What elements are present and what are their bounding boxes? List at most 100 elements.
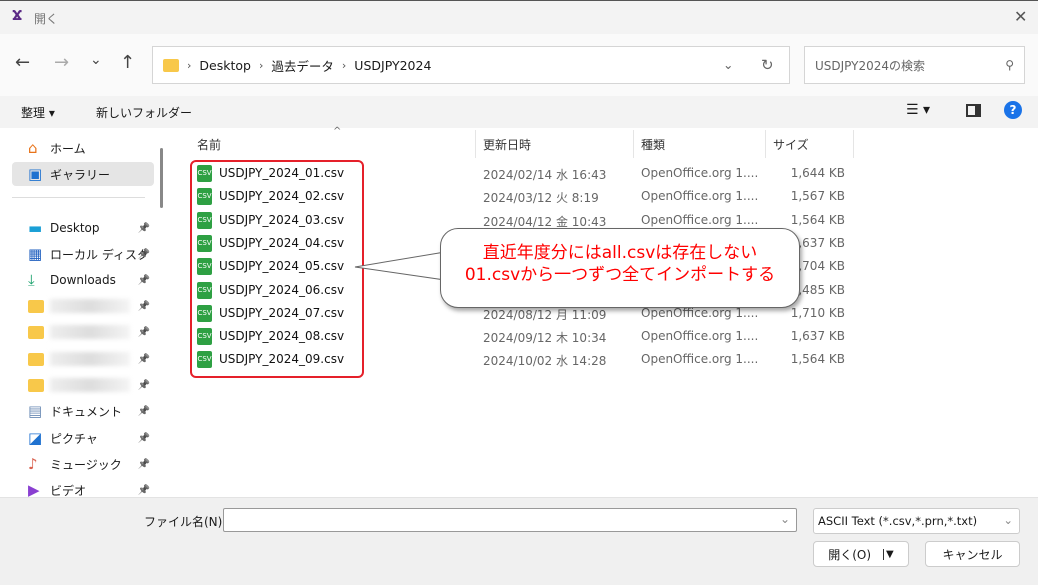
cancel-button[interactable]: キャンセル	[925, 541, 1020, 567]
download-icon: ⤓	[28, 271, 35, 289]
file-size: 1,637 KB	[790, 329, 845, 344]
sidebar-divider	[12, 197, 145, 198]
column-name[interactable]: 名前	[197, 136, 221, 153]
sidebar-item-label	[50, 378, 130, 392]
sidebar-item[interactable]: ▤ ドキュメント 📌	[12, 399, 154, 423]
file-date: 2024/02/14 水 16:43	[483, 168, 607, 182]
back-button[interactable]: ←	[15, 52, 30, 73]
sidebar-item[interactable]: ⤓ Downloads 📌	[12, 268, 154, 292]
filename-input[interactable]: ⌄	[223, 508, 797, 532]
close-icon[interactable]: ✕	[1014, 7, 1027, 26]
refresh-button[interactable]: ↻	[761, 56, 774, 74]
sidebar-scrollbar[interactable]	[160, 148, 163, 208]
new-folder-button[interactable]: 新しいフォルダー	[96, 104, 192, 121]
search-placeholder: USDJPY2024の検索	[815, 58, 926, 73]
bottom-panel: ファイル名(N): ⌄ ASCII Text (*.csv,*.prn,*.tx…	[0, 497, 1038, 585]
gallery-icon: ▣	[28, 165, 43, 183]
sidebar-item[interactable]: 📌	[12, 320, 154, 344]
sidebar-item[interactable]: 📌	[12, 294, 154, 318]
pictures-icon: ◪	[28, 429, 43, 447]
folder-icon	[28, 352, 44, 366]
pin-icon[interactable]: 📌	[138, 223, 150, 234]
desktop-icon: ▬	[28, 219, 43, 237]
sidebar-item[interactable]: ⌂ ホーム	[12, 136, 154, 160]
forward-button[interactable]: →	[54, 52, 69, 73]
pin-icon[interactable]: 📌	[138, 275, 150, 286]
highlight-box	[190, 160, 364, 378]
file-type: OpenOffice.org 1....	[641, 352, 759, 367]
view-menu-icon[interactable]: ☰ ▾	[906, 102, 930, 118]
file-date: 2024/08/12 月 11:09	[483, 307, 607, 322]
file-size: 1,644 KB	[790, 166, 845, 180]
open-button[interactable]: 開く(O) ▼	[813, 541, 909, 567]
sidebar-item-label: ドキュメント	[50, 404, 123, 419]
organize-button[interactable]: 整理 ▾	[21, 104, 55, 121]
column-type[interactable]: 種類	[641, 136, 665, 153]
breadcrumb-usdjpy2024[interactable]: USDJPY2024	[354, 58, 431, 73]
sidebar-item[interactable]: ▶ ビデオ 📌	[12, 478, 154, 502]
sidebar-item[interactable]: ▬ Desktop 📌	[12, 216, 154, 240]
sidebar-item[interactable]: ◪ ピクチャ 📌	[12, 426, 154, 450]
help-icon[interactable]: ?	[1004, 101, 1022, 119]
pin-icon[interactable]: 📌	[138, 433, 150, 444]
callout-line-2: 01.csvから一つずつ全てインポートする	[464, 265, 776, 285]
sidebar-item-label: ビデオ	[50, 483, 87, 498]
music-icon: ♪	[28, 455, 38, 473]
column-size[interactable]: サイズ	[773, 136, 809, 153]
sidebar-item-label: ギャラリー	[50, 167, 111, 182]
title-bar: Ϫ 開く ✕	[0, 0, 1038, 34]
pin-icon[interactable]: 📌	[138, 327, 150, 338]
file-type-select[interactable]: ASCII Text (*.csv,*.prn,*.txt) ⌄	[813, 508, 1020, 534]
breadcrumb-kako-data[interactable]: 過去データ	[271, 56, 334, 75]
file-date: 2024/03/12 火 8:19	[483, 191, 599, 206]
toolbar: 整理 ▾ 新しいフォルダー ☰ ▾ ?	[0, 96, 1038, 128]
sidebar-item-label	[50, 352, 130, 366]
up-button[interactable]: ↑	[120, 52, 135, 73]
pin-icon[interactable]: 📌	[138, 406, 150, 417]
callout-line-1: 直近年度分にはall.csvは存在しない	[482, 243, 758, 263]
sidebar-item[interactable]: 📌	[12, 347, 154, 371]
breadcrumb-desktop[interactable]: Desktop	[199, 58, 251, 73]
sidebar-item-label: Downloads	[50, 273, 116, 287]
folder-icon	[28, 299, 44, 313]
sidebar-item-label: ピクチャ	[50, 431, 98, 446]
preview-pane-icon[interactable]	[966, 104, 981, 117]
pin-icon[interactable]: 📌	[138, 485, 150, 496]
sidebar-item-label	[50, 299, 130, 313]
sidebar-item-label: Desktop	[50, 221, 100, 235]
file-date: 2024/09/12 木 10:34	[483, 331, 607, 346]
address-bar[interactable]: › Desktop › 過去データ › USDJPY2024 ⌄ ↻	[152, 46, 790, 84]
pin-icon[interactable]: 📌	[138, 459, 150, 470]
sidebar-item[interactable]: 📌	[12, 373, 154, 397]
folder-icon	[163, 58, 179, 72]
file-size: 1,567 KB	[790, 189, 845, 204]
sidebar-item[interactable]: ▣ ギャラリー	[12, 162, 154, 186]
chevron-down-icon[interactable]: ⌄	[780, 512, 790, 526]
documents-icon: ▤	[28, 402, 43, 420]
pin-icon[interactable]: 📌	[138, 301, 150, 312]
recent-locations-button[interactable]: ⌄	[90, 52, 102, 68]
folder-icon	[28, 378, 44, 392]
file-type: OpenOffice.org 1....	[641, 329, 759, 344]
disk-icon: ▦	[28, 245, 43, 263]
folder-icon	[28, 325, 44, 339]
home-icon: ⌂	[28, 139, 38, 157]
file-type: OpenOffice.org 1....	[641, 189, 759, 204]
pin-icon[interactable]: 📌	[138, 380, 150, 391]
search-input[interactable]: USDJPY2024の検索 ⚲	[804, 46, 1025, 84]
file-type: OpenOffice.org 1....	[641, 212, 759, 227]
filename-label: ファイル名(N):	[144, 515, 227, 529]
callout-pointer	[354, 251, 446, 281]
chevron-down-icon[interactable]: ⌄	[723, 57, 733, 72]
column-date[interactable]: 更新日時	[483, 136, 531, 153]
sidebar-item[interactable]: ♪ ミュージック 📌	[12, 452, 154, 476]
open-dropdown-icon[interactable]: ▼	[883, 548, 894, 560]
sidebar-item-label	[50, 325, 130, 339]
file-date: 2024/10/02 水 14:28	[483, 354, 607, 369]
sidebar-item-label: ローカル ディスク	[50, 247, 149, 262]
pin-icon[interactable]: 📌	[138, 249, 150, 260]
file-size: 1,710 KB	[790, 305, 845, 320]
pin-icon[interactable]: 📌	[138, 354, 150, 365]
sidebar-item[interactable]: ▦ ローカル ディスク 📌	[12, 242, 154, 266]
sidebar-item-label: ミュージック	[50, 457, 122, 472]
